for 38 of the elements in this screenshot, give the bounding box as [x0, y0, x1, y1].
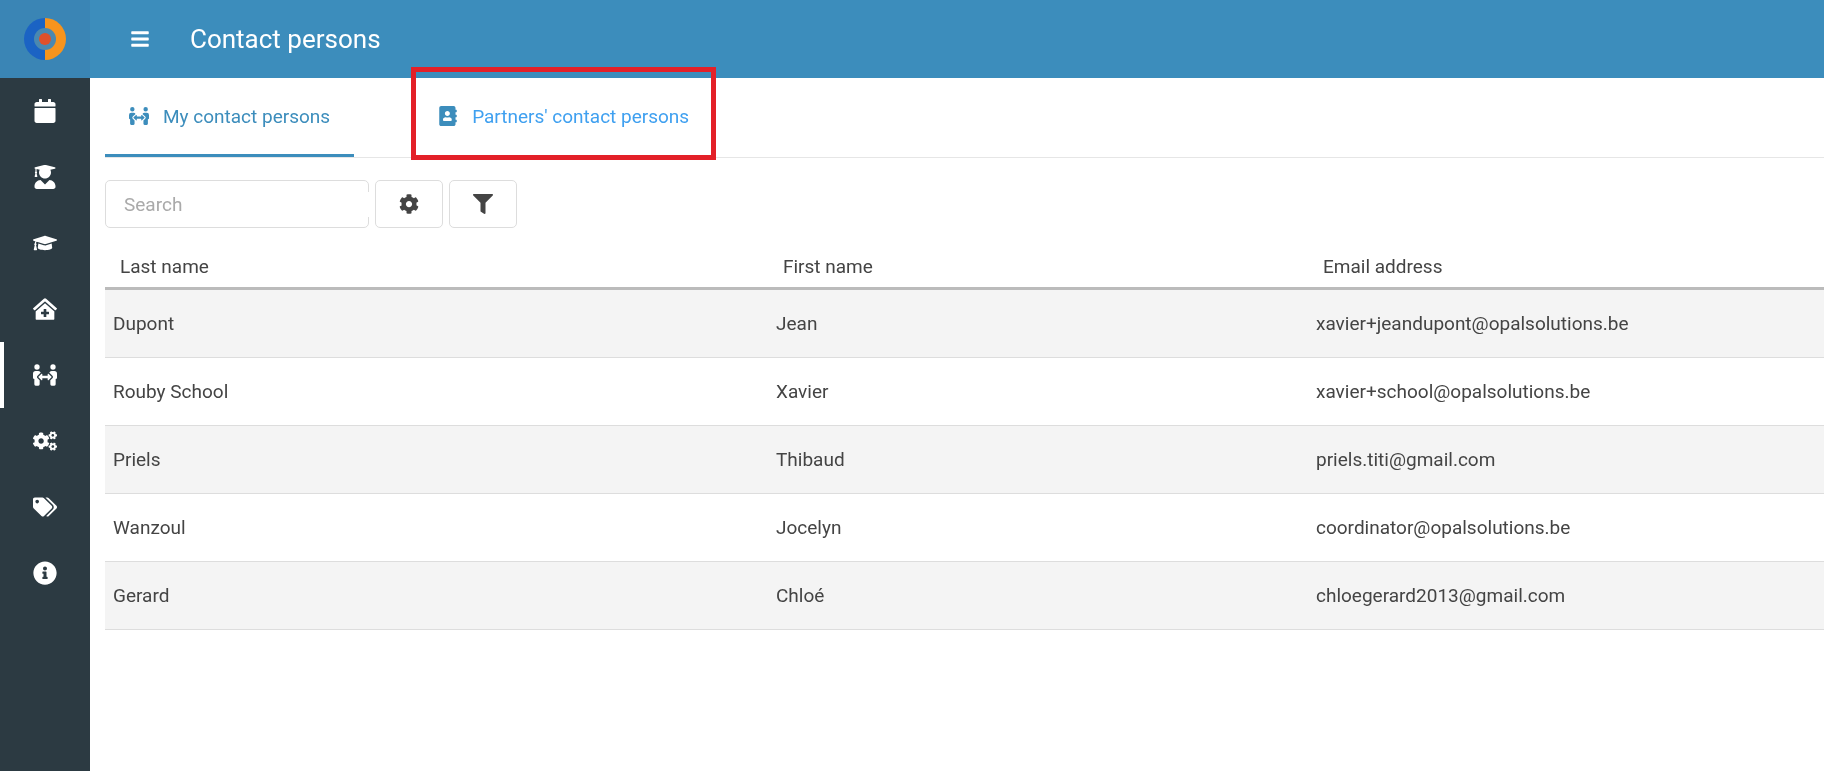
people-arrows-icon	[129, 106, 149, 126]
tab-label: My contact persons	[163, 104, 331, 128]
info-icon	[33, 561, 57, 585]
table-cell-text: Xavier	[775, 380, 830, 403]
table-cell-text: Thibaud	[775, 448, 846, 471]
table-cell-text: Gerard	[112, 584, 171, 607]
gear-icon	[399, 194, 419, 214]
menu-icon	[130, 29, 150, 49]
filter-icon	[473, 194, 493, 214]
table-cell-text: priels.titi@gmail.com	[1315, 448, 1497, 471]
table-cell-text: xavier+school@opalsolutions.be	[1315, 380, 1592, 403]
page-title: Contact persons	[190, 24, 381, 54]
table-cell-text: xavier+jeandupont@opalsolutions.be	[1315, 312, 1630, 335]
table-cell-text: chloegerard2013@gmail.com	[1315, 584, 1567, 607]
search-field[interactable]: Search	[105, 180, 369, 228]
column-header[interactable]: Last name	[105, 255, 768, 278]
tags-icon	[33, 495, 57, 519]
table-cell-text: Chloé	[775, 584, 826, 607]
table-cell-text: coordinator@opalsolutions.be	[1315, 516, 1572, 539]
filter-button[interactable]	[449, 180, 517, 228]
table-cell-text: Wanzoul	[112, 516, 187, 539]
table-cell-text: Jean	[775, 312, 819, 335]
tab[interactable]: My contact persons	[105, 78, 355, 157]
graduate-icon	[33, 165, 57, 189]
settings-button[interactable]	[375, 180, 443, 228]
people-arrows-icon	[33, 363, 57, 387]
tab-label: Partners' contact persons	[472, 104, 690, 128]
table-cell-text: Priels	[112, 448, 162, 471]
table-cell-text: Dupont	[112, 312, 176, 335]
column-header[interactable]: First name	[768, 255, 1308, 278]
calendar-icon	[33, 99, 57, 123]
gears-icon	[33, 429, 57, 453]
column-header[interactable]: Email address	[1308, 255, 1824, 278]
table-cell-text: Rouby School	[112, 380, 230, 403]
address-book-icon	[438, 106, 459, 126]
house-plus-icon	[33, 297, 57, 321]
table-cell-text: Jocelyn	[775, 516, 843, 539]
logo-icon	[22, 16, 68, 62]
